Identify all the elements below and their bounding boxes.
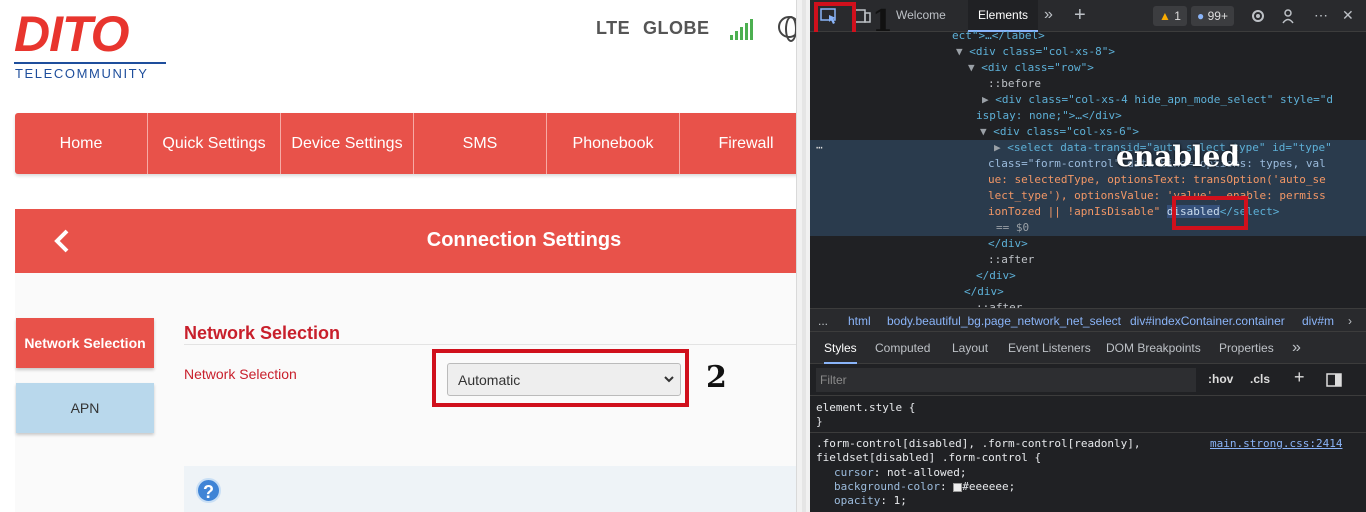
tab-styles[interactable]: Styles — [824, 332, 857, 364]
annotation-enabled-label: enabled — [1116, 140, 1240, 173]
network-type-label: LTE — [596, 18, 631, 38]
tab-event-listeners[interactable]: Event Listeners — [1008, 332, 1091, 364]
tab-properties[interactable]: Properties — [1219, 332, 1274, 364]
annotation-box-2 — [432, 349, 689, 407]
css-property-background-color[interactable]: background-color: #eeeeee; — [834, 480, 1015, 494]
nav-firewall[interactable]: Firewall — [680, 113, 796, 174]
issues-icon: ● — [1197, 9, 1205, 23]
dito-logo: DITO TELECOMMUNITY — [14, 6, 174, 82]
css-source-link[interactable]: main.strong.css:2414 — [1210, 437, 1342, 451]
tab-welcome[interactable]: Welcome — [886, 0, 956, 32]
css-property-cursor[interactable]: cursor: not-allowed; — [834, 466, 966, 480]
help-icon[interactable]: ? — [196, 478, 221, 503]
hover-state-toggle[interactable]: :hov — [1208, 372, 1233, 386]
help-area — [184, 466, 796, 512]
dom-line[interactable]: ▼ <div class="row"> — [968, 60, 1094, 76]
new-style-rule-icon[interactable]: + — [1294, 367, 1305, 388]
section-divider — [184, 344, 796, 345]
breadcrumb-scroll-icon[interactable]: › — [1348, 314, 1352, 328]
sidebar-item-network-selection[interactable]: Network Selection — [16, 318, 154, 368]
breadcrumb: ... html body.beautiful_bg.page_network_… — [810, 308, 1366, 332]
annotation-box-disabled — [1172, 196, 1248, 230]
issues-count: 99+ — [1207, 9, 1228, 23]
nav-home[interactable]: Home — [15, 113, 148, 174]
styles-tabbar: Styles Computed Layout Event Listeners D… — [810, 332, 1366, 364]
dom-line[interactable]: ▼ <div class="col-xs-6"> — [980, 124, 1139, 140]
nav-sms[interactable]: SMS — [414, 113, 547, 174]
section-title: Network Selection — [184, 323, 341, 343]
tab-computed[interactable]: Computed — [875, 332, 930, 364]
color-swatch[interactable] — [953, 482, 963, 492]
customize-icon[interactable] — [1281, 7, 1299, 25]
tab-layout[interactable]: Layout — [952, 332, 988, 364]
breadcrumb-html[interactable]: html — [848, 314, 871, 328]
router-page: DITO TELECOMMUNITY LTE GLOBE Home Quick … — [0, 0, 796, 512]
page-title-bar: Connection Settings — [15, 209, 796, 273]
element-style-close: } — [816, 415, 823, 428]
node-menu-icon[interactable]: ⋯ — [816, 140, 823, 156]
network-selection-label: Network Selection — [184, 366, 297, 382]
close-icon[interactable]: ✕ — [1332, 0, 1364, 32]
panel-splitter[interactable] — [796, 0, 810, 512]
nav-phonebook[interactable]: Phonebook — [547, 113, 680, 174]
logo-subtitle: TELECOMMUNITY — [15, 66, 149, 81]
dom-tree: ect">…</label> ▼ <div class="col-xs-8"> … — [810, 29, 1366, 314]
devtools-panel: Welcome Elements » + ▲ 1 ● 99+ ⋯ ✕ 1 ect… — [810, 0, 1366, 512]
dom-line[interactable]: ::after — [988, 252, 1034, 268]
signal-strength-icon — [730, 18, 754, 40]
globe-icon[interactable] — [778, 16, 796, 42]
class-toggle[interactable]: .cls — [1250, 372, 1270, 386]
dom-line: == $0 — [996, 221, 1030, 234]
devtools-toolbar: Welcome Elements » + ▲ 1 ● 99+ ⋯ ✕ — [810, 0, 1366, 32]
breadcrumb-body[interactable]: body.beautiful_bg.page_network_net_selec… — [887, 314, 1121, 328]
warning-icon: ▲ — [1159, 9, 1171, 23]
css-property-opacity[interactable]: opacity: 1; — [834, 494, 907, 508]
nav-quick-settings[interactable]: Quick Settings — [148, 113, 281, 174]
dom-line[interactable]: ▼ <div class="col-xs-8"> — [956, 44, 1115, 60]
main-nav: Home Quick Settings Device Settings SMS … — [15, 113, 796, 174]
sidebar-item-apn[interactable]: APN — [16, 383, 154, 433]
styles-filter-input[interactable]: Filter — [816, 368, 1196, 392]
dom-line[interactable]: isplay: none;">…</div> — [976, 108, 1122, 124]
toggle-sidebar-icon[interactable] — [1326, 373, 1342, 387]
dom-line[interactable]: </div> — [976, 268, 1016, 284]
operator-label: GLOBE — [643, 18, 710, 38]
annotation-number-2: 2 — [706, 360, 727, 395]
gear-icon[interactable] — [1249, 7, 1267, 25]
logo-underline — [14, 62, 166, 64]
rule-selector-line-1[interactable]: .form-control[disabled], .form-control[r… — [816, 437, 1141, 451]
warnings-count: 1 — [1174, 9, 1181, 23]
nav-device-settings[interactable]: Device Settings — [281, 113, 414, 174]
tab-dom-breakpoints[interactable]: DOM Breakpoints — [1106, 332, 1201, 364]
dom-line-selected[interactable]: lect_type'), optionsValue: 'value', enab… — [988, 188, 1326, 204]
rule-selector-line-2[interactable]: fieldset[disabled] .form-control { — [816, 451, 1041, 465]
rule-divider — [810, 432, 1366, 433]
dom-line[interactable]: </div> — [988, 236, 1028, 252]
logo-text: DITO — [14, 6, 130, 62]
dom-line[interactable]: ::before — [988, 76, 1041, 92]
add-tab-icon[interactable]: + — [1064, 0, 1096, 32]
more-tabs-icon[interactable]: » — [1292, 332, 1301, 364]
issues-badge[interactable]: ● 99+ — [1191, 6, 1234, 26]
dom-line-selected[interactable]: ue: selectedType, optionsText: transOpti… — [988, 172, 1326, 188]
device-toolbar-icon[interactable] — [854, 7, 872, 25]
breadcrumb-more[interactable]: ... — [818, 314, 828, 328]
breadcrumb-index-container[interactable]: div#indexContainer.container — [1130, 314, 1285, 328]
warnings-badge[interactable]: ▲ 1 — [1153, 6, 1187, 26]
breadcrumb-div[interactable]: div#m — [1302, 314, 1334, 328]
dom-line[interactable]: ect">…</label> — [952, 28, 1045, 44]
dom-line[interactable]: </div> — [964, 284, 1004, 300]
dom-line[interactable]: ▶ <div class="col-xs-4 hide_apn_mode_sel… — [982, 92, 1333, 108]
element-style-selector[interactable]: element.style { — [816, 401, 915, 415]
page-title: Connection Settings — [426, 229, 622, 251]
styles-filter-row: Filter :hov .cls + — [810, 364, 1366, 396]
